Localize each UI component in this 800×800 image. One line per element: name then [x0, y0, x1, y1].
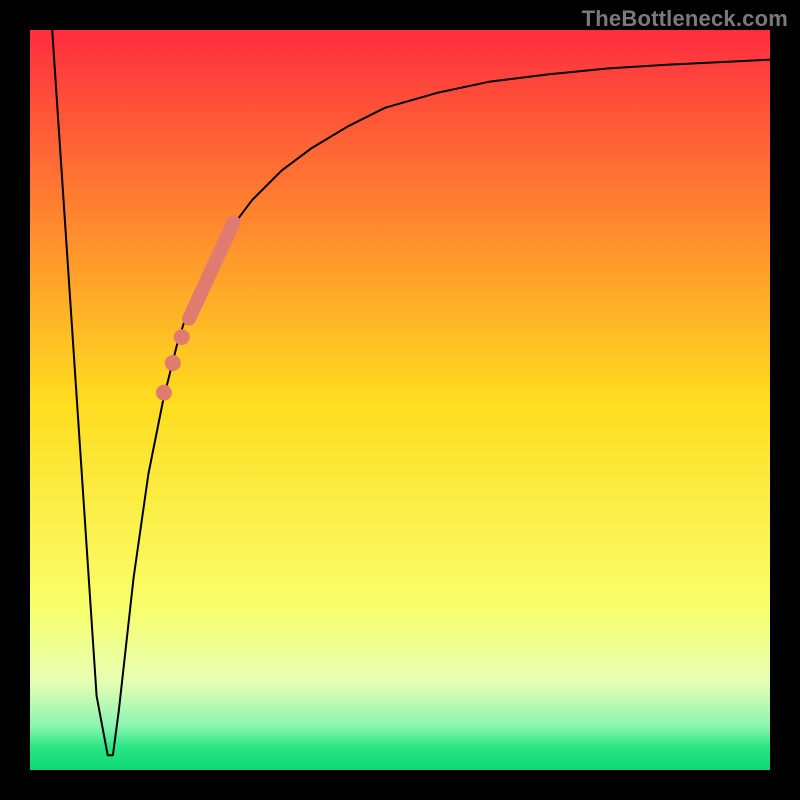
- chart-container: TheBottleneck.com: [0, 0, 800, 800]
- plot-background: [30, 30, 770, 770]
- attribution-label: TheBottleneck.com: [582, 6, 788, 32]
- bottleneck-chart: [0, 0, 800, 800]
